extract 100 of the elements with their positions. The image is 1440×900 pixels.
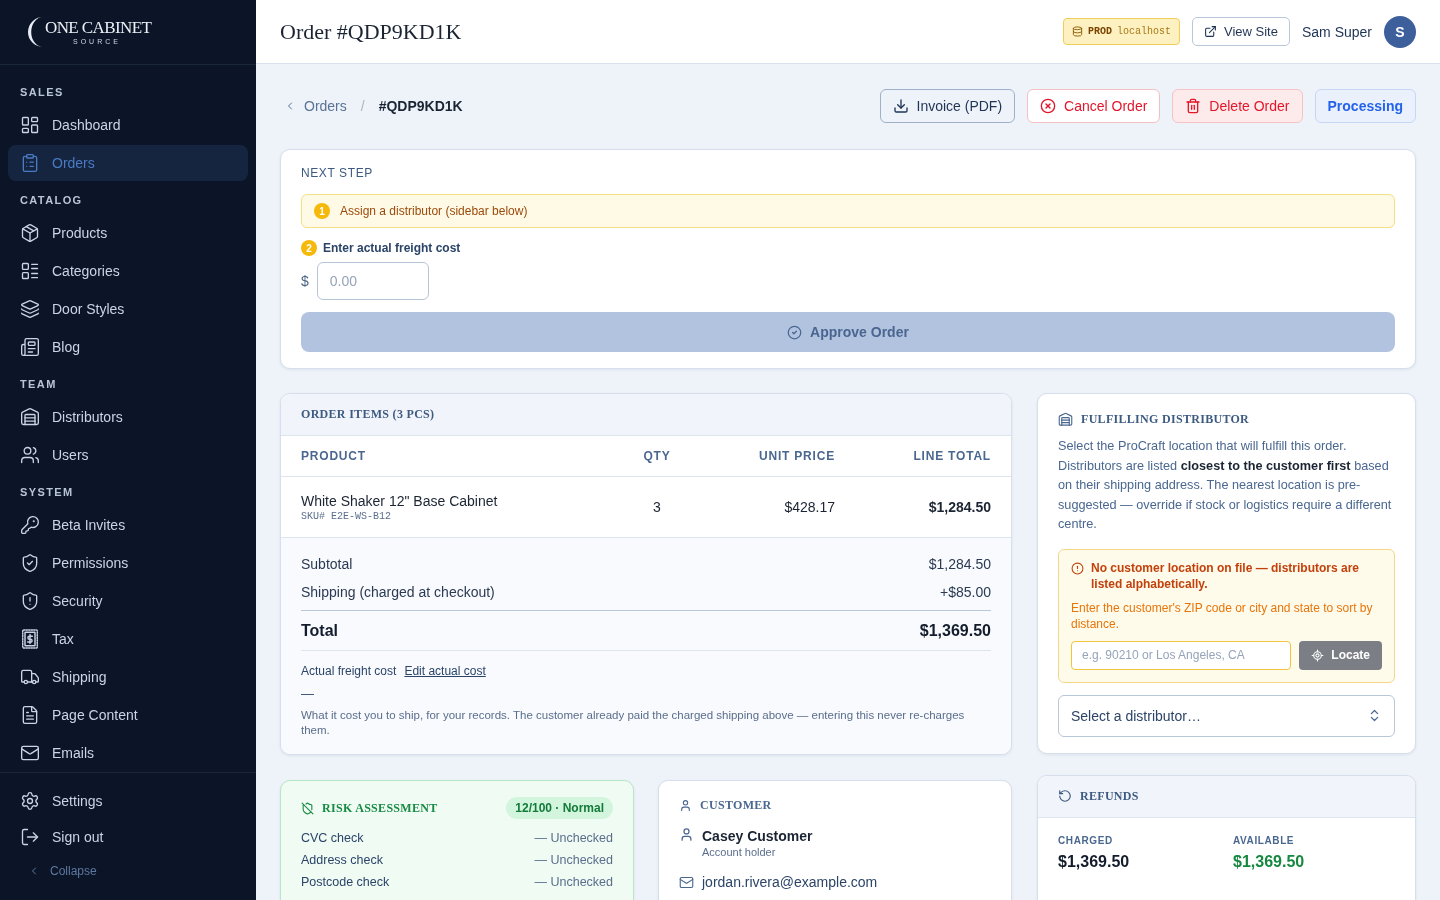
freight-value: —	[301, 686, 314, 702]
nav-item[interactable]: Beta Invites	[8, 507, 248, 543]
amount-value: $1,369.50	[1058, 851, 1131, 872]
nav-item[interactable]: Blog	[8, 329, 248, 365]
key-icon	[20, 515, 40, 535]
shield-check-icon	[20, 553, 40, 573]
edit-cost-link[interactable]: Edit actual cost	[404, 663, 486, 679]
amount-value: $1,369.50	[1233, 851, 1306, 872]
locate-button[interactable]: Locate	[1299, 640, 1382, 670]
circle-x-icon	[1040, 98, 1057, 114]
environment-name: PROD	[1087, 26, 1112, 37]
document-icon	[20, 705, 40, 725]
table-cell-text: $1,284.50	[927, 499, 991, 515]
risk-score-badge: 12/100 · Normal	[506, 797, 613, 819]
action-button[interactable]: Delete Order	[1172, 89, 1303, 123]
summary-label: Subtotal	[301, 556, 353, 572]
action-button[interactable]: Cancel Order	[1027, 89, 1161, 123]
clipboard-icon	[20, 153, 40, 173]
sku-text: SKU# E2E-WS-B12	[301, 509, 392, 523]
nav-item[interactable]: Door Styles	[8, 291, 248, 327]
crosshair-icon	[1311, 648, 1325, 662]
nav-item[interactable]: Users	[8, 437, 248, 473]
breadcrumb-separator: /	[360, 98, 365, 114]
distributor-select[interactable]: Select a distributor…	[1058, 694, 1395, 737]
nav-item[interactable]: Dashboard	[8, 107, 248, 143]
amount-label: CHARGED	[1058, 833, 1114, 848]
column-header: LINE TOTAL	[912, 449, 991, 463]
shield-alert-icon	[20, 591, 40, 611]
card-title: RISK ASSESSMENT	[322, 800, 438, 816]
mail-icon	[20, 743, 40, 763]
list-icon	[20, 261, 40, 281]
card-title: FULFILLING DISTRIBUTOR	[1081, 411, 1250, 427]
nav-item[interactable]: Orders	[8, 145, 248, 181]
customer-email[interactable]: jordan.rivera@example.com	[702, 874, 878, 890]
warehouse-icon	[1058, 411, 1073, 427]
card-title: ORDER ITEMS (3 PCS)	[301, 407, 435, 422]
check-label: Postcode check	[301, 875, 390, 889]
truck-icon	[20, 667, 40, 687]
trash-icon	[1185, 98, 1202, 114]
external-link-icon	[1204, 25, 1217, 38]
distributor-description: Select the ProCraft location that will fulfill this order. Distributors are listed closest to the customer first based on their shipping address. The nearest location is pre-suggested — override if stock or logistics require a different centre.	[1058, 438, 1393, 533]
column-header: PRODUCT	[301, 449, 367, 463]
section-label: SALES	[19, 85, 65, 100]
nav-item[interactable]: Permissions	[8, 545, 248, 581]
breadcrumb-current: #QDP9KD1K	[378, 98, 463, 114]
warning-text: Enter the customer's ZIP code or city and state to sort by distance.	[1071, 599, 1374, 632]
freight-note: What it cost you to ship, for your records. The customer already paid the charged shipping above — entering this never re-charges them.	[301, 708, 966, 738]
view-site-button[interactable]: View Site	[1192, 17, 1290, 46]
summary-label: Total	[301, 621, 339, 640]
nav-item[interactable]: Shipping	[8, 659, 248, 695]
card-title: CUSTOMER	[700, 797, 772, 813]
nav-item[interactable]: Categories	[8, 253, 248, 289]
nav-item[interactable]: Emails	[8, 735, 248, 771]
crescent-logo-icon	[28, 17, 43, 47]
check-label: CVC check	[301, 831, 364, 845]
warning-title: No customer location on file — distributors are listed alphabetically.	[1091, 559, 1361, 592]
shield-off-icon	[301, 801, 314, 815]
check-circle-icon	[787, 324, 803, 340]
check-value: — Unchecked	[534, 853, 613, 867]
layers-icon	[20, 299, 40, 319]
step-text: Assign a distributor (sidebar below)	[340, 204, 528, 218]
customer-name: Casey Customer	[702, 827, 813, 845]
database-icon	[1071, 26, 1083, 37]
customer-role: Account holder	[702, 845, 777, 859]
alert-circle-icon	[1071, 561, 1084, 575]
step-number: 2	[301, 240, 317, 256]
user-icon	[679, 827, 694, 842]
check-value: — Unchecked	[534, 875, 613, 889]
freight-input[interactable]: 0.00	[316, 262, 429, 300]
sign-out-icon	[20, 827, 40, 847]
nav-item[interactable]: Security	[8, 583, 248, 619]
nav-item[interactable]: Page Content	[8, 697, 248, 733]
action-button[interactable]: Invoice (PDF)	[879, 89, 1016, 123]
product-name: White Shaker 12" Base Cabinet	[301, 491, 499, 510]
amount-label: AVAILABLE	[1233, 833, 1296, 848]
check-value: — Unchecked	[534, 831, 613, 845]
collapse-button[interactable]: Collapse	[8, 859, 97, 883]
summary-value: $1,369.50	[919, 621, 991, 640]
section-label: SYSTEM	[19, 485, 75, 500]
action-button[interactable]: Processing	[1314, 89, 1416, 123]
currency-symbol: $	[301, 273, 309, 289]
check-label: Address check	[301, 853, 383, 867]
nav-item[interactable]: Products	[8, 215, 248, 251]
mail-icon	[679, 874, 694, 890]
nav-item[interactable]: Sign out	[8, 819, 248, 855]
location-input[interactable]: e.g. 90210 or Los Angeles, CA	[1071, 640, 1292, 670]
card-title: REFUNDS	[1080, 788, 1139, 804]
rotate-icon	[1058, 789, 1072, 803]
package-icon	[20, 223, 40, 243]
users-icon	[20, 445, 40, 465]
nav-item[interactable]: Distributors	[8, 399, 248, 435]
user-avatar[interactable]: S	[1384, 15, 1416, 48]
page-title: Order #QDP9KD1K	[280, 18, 462, 45]
nav-item[interactable]: Settings	[8, 783, 248, 819]
newspaper-icon	[20, 337, 40, 357]
step-label: Enter actual freight cost	[323, 241, 461, 255]
breadcrumb-link[interactable]: Orders	[284, 98, 347, 114]
nav-item[interactable]: Tax	[8, 621, 248, 657]
environment-host: localhost	[1116, 26, 1171, 37]
dollar-receipt-icon	[20, 629, 40, 649]
